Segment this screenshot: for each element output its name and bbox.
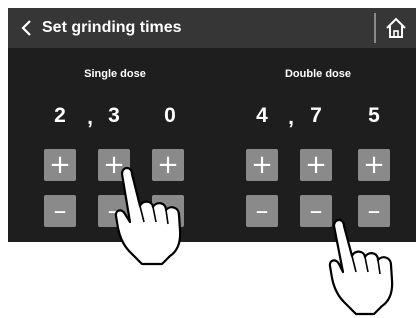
single-dose-digit-1-minus-button[interactable]: – [44, 195, 76, 227]
home-button[interactable] [380, 12, 412, 44]
home-icon [386, 17, 406, 38]
double-dose-separator: , [288, 106, 294, 129]
page-title: Set grinding times [42, 19, 182, 36]
pointing-hand-icon [328, 218, 394, 316]
header-divider [374, 13, 376, 43]
pointing-hand-icon [114, 166, 182, 266]
device-screen: Set grinding times Single dose 2 , 3 0 +… [8, 8, 416, 242]
double-dose-digit-1-minus-button[interactable]: – [246, 195, 278, 227]
single-dose-label: Single dose [84, 68, 146, 80]
chevron-left-icon [21, 20, 31, 36]
double-dose-digit-2: 7 [310, 104, 322, 127]
double-dose-digit-3: 5 [368, 104, 380, 127]
double-dose-digit-1-plus-button[interactable]: + [246, 149, 278, 181]
double-dose-digit-1: 4 [256, 104, 268, 127]
single-dose-digit-3: 0 [164, 104, 176, 127]
single-dose-digit-2: 3 [108, 104, 120, 127]
single-dose-separator: , [87, 106, 93, 129]
single-dose-digit-1: 2 [54, 104, 66, 127]
double-dose-digit-2-plus-button[interactable]: + [300, 149, 332, 181]
double-dose-label: Double dose [284, 68, 351, 80]
back-button[interactable] [12, 12, 42, 44]
double-dose-digit-3-plus-button[interactable]: + [358, 149, 390, 181]
header-bar: Set grinding times [8, 8, 416, 48]
single-dose-digit-1-plus-button[interactable]: + [44, 149, 76, 181]
